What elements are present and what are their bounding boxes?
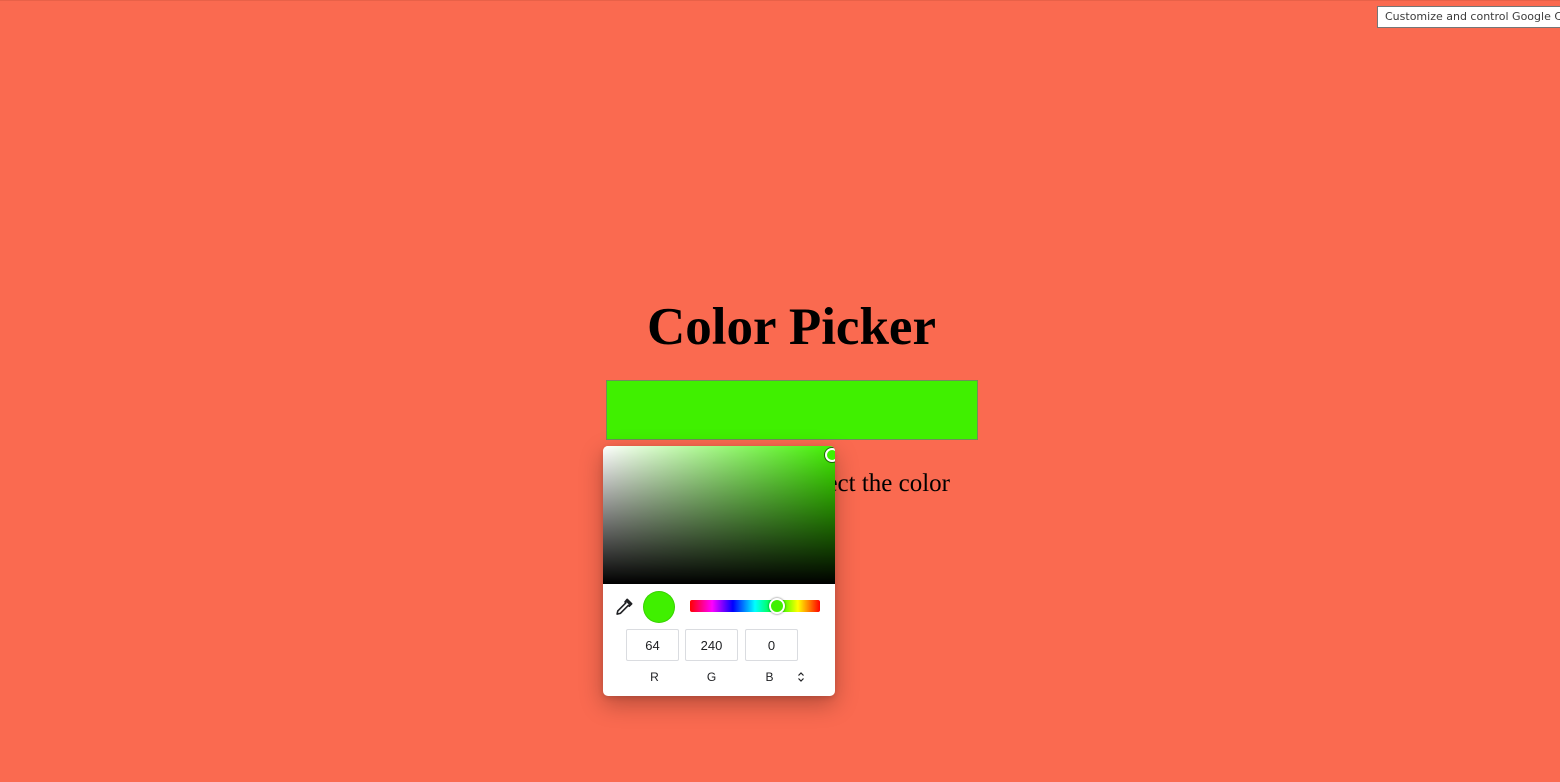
green-label: G [706, 670, 717, 684]
red-label: R [650, 670, 659, 684]
page-title: Color Picker [647, 298, 936, 356]
eyedropper-icon[interactable] [614, 597, 634, 617]
saturation-value-handle[interactable] [825, 448, 835, 462]
green-value-input[interactable] [685, 629, 738, 661]
color-picker-popup: R G B [603, 446, 835, 696]
current-color-swatch [643, 591, 675, 623]
color-input[interactable] [606, 380, 978, 440]
blue-label: B [765, 670, 774, 684]
hue-slider-handle[interactable] [769, 598, 786, 614]
window-top-border [0, 0, 1560, 1]
up-down-chevron-icon[interactable] [795, 671, 807, 685]
browser-menu-tooltip: Customize and control Google Chrome [1377, 6, 1560, 28]
saturation-value-area[interactable] [603, 446, 835, 584]
hue-slider[interactable] [690, 598, 820, 614]
red-value-input[interactable] [626, 629, 679, 661]
blue-value-input[interactable] [745, 629, 798, 661]
